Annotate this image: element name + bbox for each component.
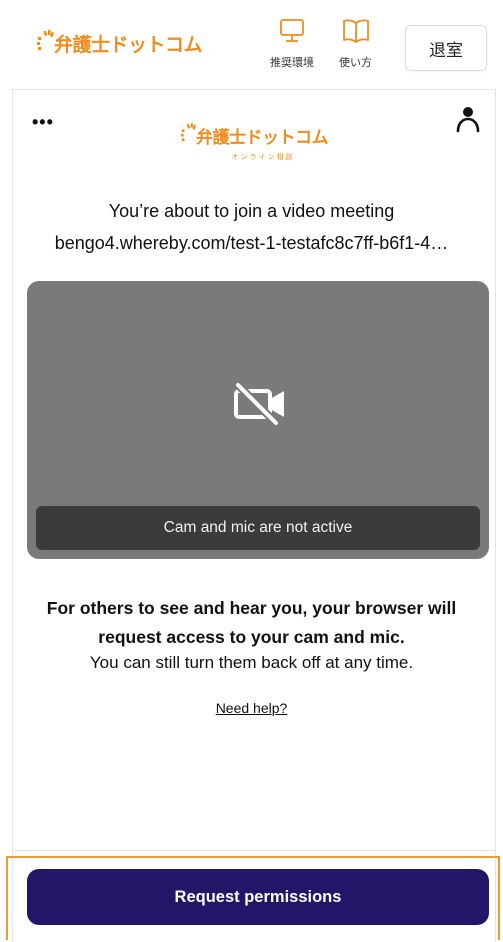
brand-name: 弁護士ドットコム [54, 34, 203, 56]
person-icon[interactable] [455, 104, 481, 139]
video-preview: Cam and mic are not active [27, 281, 489, 559]
spark-icon [36, 28, 55, 59]
monitor-icon [278, 18, 306, 49]
book-icon [341, 18, 371, 49]
more-dots-icon[interactable]: ••• [32, 112, 54, 133]
meeting-logo: 弁護士ドットコム オンライン相談 [180, 121, 329, 162]
permission-note: You can still turn them back off at any … [89, 653, 414, 672]
meeting-logo-name: 弁護士ドットコム [196, 128, 329, 148]
footer-divider [12, 850, 496, 851]
meeting-url: bengo4.whereby.com/test-1-testafc8c7ff-b… [54, 233, 449, 253]
meeting-logo-subtitle: オンライン相談 [231, 153, 295, 161]
top-header: 弁護士ドットコム 推奨環境 使い方 退室 [12, 0, 496, 90]
permission-line-1: For others to see and hear you, your bro… [46, 598, 457, 618]
spark-icon [180, 121, 197, 150]
join-title: You’re about to join a video meeting [108, 201, 395, 221]
brand-logo[interactable]: 弁護士ドットコム [36, 28, 203, 59]
exit-room-button[interactable]: 退室 [405, 25, 487, 71]
recommended-env-button[interactable]: 推奨環境 [270, 18, 314, 70]
status-banner: Cam and mic are not active [36, 506, 480, 550]
how-to-use-button[interactable]: 使い方 [339, 18, 372, 70]
permission-line-2: request access to your cam and mic. [98, 627, 405, 647]
camera-off-icon [232, 382, 290, 431]
how-to-use-label: 使い方 [339, 56, 372, 69]
need-help-link[interactable]: Need help? [0, 700, 503, 716]
recommended-env-label: 推奨環境 [270, 56, 314, 69]
permission-explanation: For others to see and hear you, your bro… [0, 594, 503, 652]
request-permissions-button[interactable]: Request permissions [27, 869, 489, 925]
